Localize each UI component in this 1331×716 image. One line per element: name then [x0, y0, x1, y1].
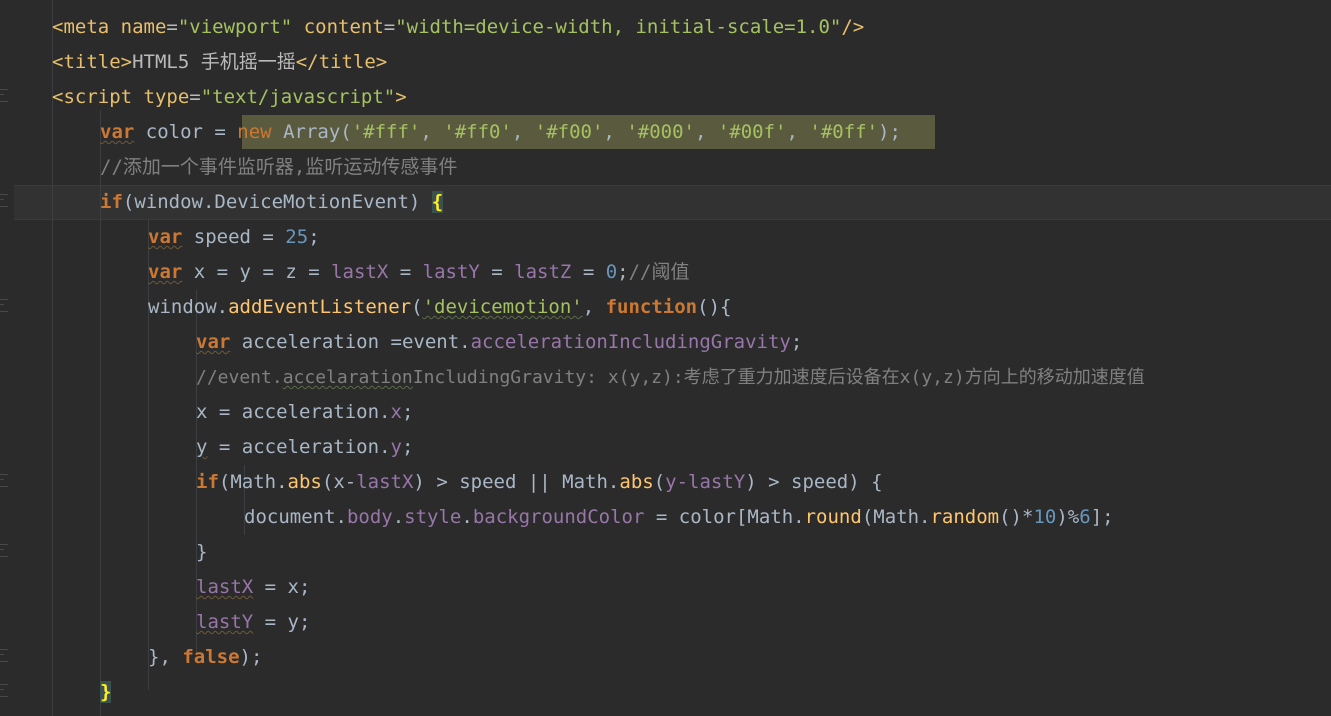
code-line[interactable]: x = acceleration.x; — [196, 395, 413, 430]
code-line[interactable]: var x = y = z = lastX = lastY = lastZ = … — [148, 255, 690, 290]
code-line[interactable]: //添加一个事件监听器,监听运动传感事件 — [100, 150, 457, 185]
code-lines[interactable]: <meta name="viewport" content="width=dev… — [0, 0, 1331, 716]
token-property-backgroundcolor: backgroundColor — [472, 506, 645, 528]
token-function-abs: abs — [619, 471, 654, 493]
fold-marker-icon[interactable] — [0, 649, 8, 662]
token-tag: <script — [52, 86, 144, 108]
fold-marker-icon[interactable] — [0, 299, 8, 312]
token-keyword-var: var — [148, 261, 183, 283]
code-line[interactable]: <meta name="viewport" content="width=dev… — [52, 10, 864, 45]
token-identifier-lasty: lastY — [422, 261, 480, 283]
token-identifier-lastx: lastX — [356, 471, 414, 493]
fold-marker-icon[interactable] — [0, 684, 8, 697]
token-string: '#fff' — [351, 121, 421, 143]
token-tag-close: /> — [841, 16, 865, 38]
token-tag-close: > — [395, 86, 407, 108]
code-line[interactable]: } — [100, 675, 112, 710]
token-keyword-false: false — [182, 646, 240, 668]
token-attr-name: name — [120, 16, 167, 38]
token-keyword-function: function — [605, 296, 698, 318]
token-identifier-lastz: lastZ — [514, 261, 572, 283]
token-string: '#00f' — [717, 121, 787, 143]
code-editor[interactable]: <meta name="viewport" content="width=dev… — [0, 0, 1331, 716]
token-number: 10 — [1033, 506, 1057, 528]
token-string: '#f00' — [534, 121, 604, 143]
gutter-fold-strip[interactable] — [0, 0, 14, 716]
token-identifier-y: y-lastY — [665, 471, 746, 493]
code-line[interactable]: if(Math.abs(x-lastX) > speed || Math.abs… — [196, 465, 883, 500]
token-string: '#ff0' — [443, 121, 512, 143]
token-attr-name: type — [143, 86, 190, 108]
code-line[interactable]: }, false); — [148, 640, 262, 675]
token-comment: //添加一个事件监听器,监听运动传感事件 — [100, 156, 458, 178]
token-number: 0 — [605, 261, 618, 283]
token-string: '#0ff' — [809, 121, 879, 143]
fold-marker-icon[interactable] — [0, 544, 8, 557]
token-keyword-var: var — [196, 331, 231, 353]
token-brace-close: }, — [148, 646, 183, 668]
token-text: HTML5 手机摇一摇 — [132, 51, 296, 73]
token-property-y: y — [390, 436, 402, 458]
token-string: "width=device-width, initial-scale=1.0" — [395, 16, 842, 38]
matched-brace-open: { — [431, 191, 444, 213]
token-function-random: random — [930, 506, 1000, 528]
token-string: '#000' — [626, 121, 695, 143]
token-comment-typo: accelaration — [282, 367, 413, 388]
token-comment: //event. — [196, 367, 283, 388]
token-keyword-new: new — [237, 121, 272, 143]
token-equals: = — [189, 86, 201, 108]
token-property-style: style — [404, 506, 462, 528]
fold-marker-icon[interactable] — [0, 89, 8, 102]
token-comment: //阈值 — [628, 261, 690, 283]
token-number: 6 — [1079, 506, 1091, 528]
code-line[interactable]: if(window.DeviceMotionEvent) { — [100, 185, 444, 220]
token-keyword-var: var — [100, 121, 135, 143]
token-brace-close: } — [196, 541, 208, 563]
fold-marker-icon[interactable] — [0, 194, 8, 207]
token-property-accelerationincludinggravity: accelerationIncludingGravity — [470, 331, 791, 353]
token-function-round: round — [804, 506, 862, 528]
token-number: 25 — [285, 226, 309, 248]
code-line[interactable]: window.addEventListener('devicemotion', … — [148, 290, 731, 325]
fold-marker-icon[interactable] — [0, 474, 8, 487]
token-property-x: x — [390, 401, 402, 423]
code-line[interactable]: document.body.style.backgroundColor = co… — [244, 500, 1114, 535]
token-tag: <meta — [52, 16, 121, 38]
token-function-abs: abs — [287, 471, 322, 493]
token-equals: = — [166, 16, 178, 38]
code-line[interactable]: //event.accelarationIncludingGravity: x(… — [196, 360, 1145, 395]
code-line[interactable]: <title>HTML5 手机摇一摇</title> — [52, 45, 387, 80]
token-attr-name: content — [303, 16, 384, 38]
token-identifier-lastx: lastX — [331, 261, 389, 283]
code-line[interactable]: } — [196, 535, 207, 570]
code-line[interactable]: lastX = x; — [196, 570, 310, 605]
code-line[interactable]: var acceleration =event.accelerationIncl… — [196, 325, 802, 360]
token-identifier-lasty: lastY — [196, 611, 254, 633]
token-keyword-var: var — [148, 226, 183, 248]
code-line[interactable]: y = acceleration.y; — [196, 430, 413, 465]
token-identifier: DeviceMotionEvent — [214, 191, 409, 213]
token-string: 'devicemotion' — [422, 296, 583, 318]
matched-brace-close: } — [100, 681, 112, 703]
token-comment: IncludingGravity: x(y,z):考虑了重力加速度后设备在x(y… — [412, 367, 1145, 388]
token-keyword-if: if — [100, 191, 123, 213]
token-equals: = — [383, 16, 396, 38]
token-string: "text/javascript" — [200, 86, 396, 108]
token-property-body: body — [346, 506, 393, 528]
token-identifier-lastx: lastX — [196, 576, 254, 598]
token-function-addeventlistener: addEventListener — [228, 296, 412, 318]
code-line[interactable]: var speed = 25; — [148, 220, 320, 255]
token-keyword-if: if — [196, 471, 219, 493]
token-identifier-y: y — [196, 436, 208, 458]
token-tag-close: </title> — [295, 51, 388, 73]
token-tag: <title> — [52, 51, 133, 73]
code-line[interactable]: lastY = y; — [196, 605, 310, 640]
token-string: "viewport" — [177, 16, 293, 38]
code-line[interactable]: <script type="text/javascript"> — [52, 80, 407, 115]
code-line[interactable]: var color = new Array('#fff', '#ff0', '#… — [100, 115, 901, 150]
